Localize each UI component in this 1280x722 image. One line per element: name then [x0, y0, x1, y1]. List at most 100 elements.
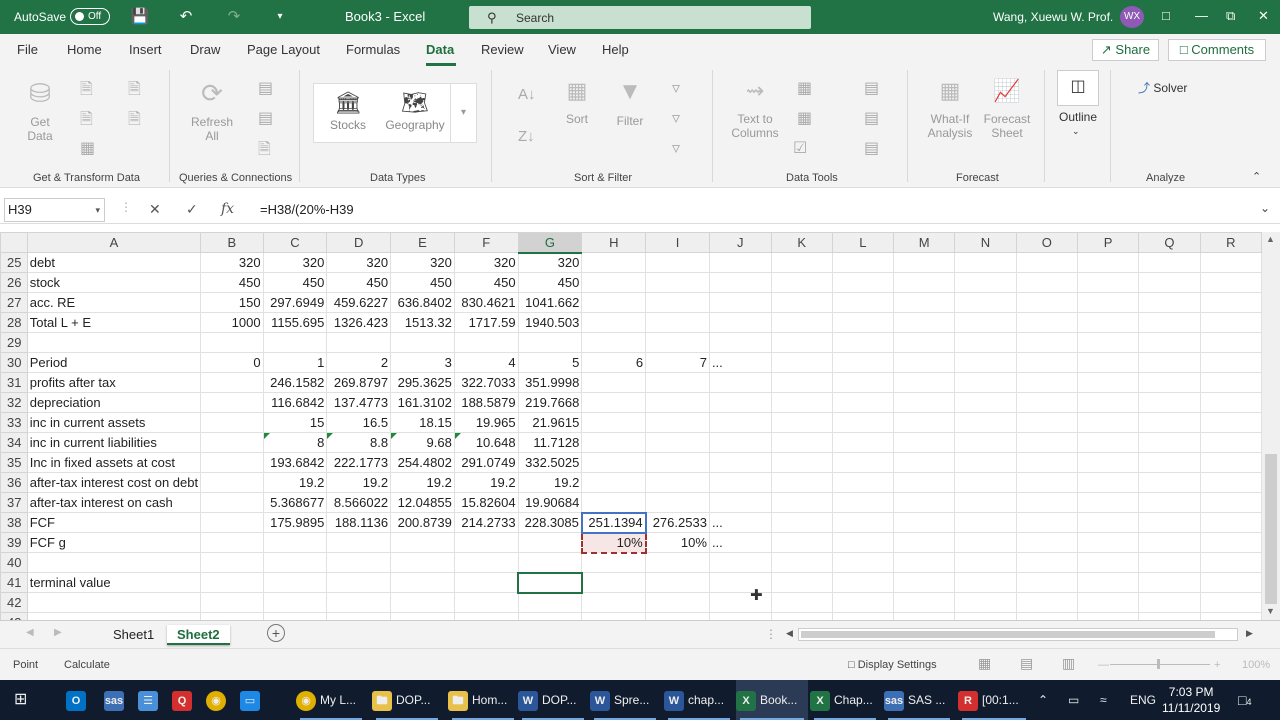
row-header[interactable]: 43 [0, 612, 28, 620]
tab-page-layout[interactable]: Page Layout [247, 42, 320, 57]
cell-N32[interactable] [954, 392, 1017, 413]
share-button[interactable]: ↗ Share [1092, 39, 1159, 61]
cell-Q38[interactable] [1138, 512, 1201, 533]
cell-C30[interactable]: 1 [262, 352, 328, 373]
cell-E42[interactable] [390, 592, 455, 613]
cell-C40[interactable] [262, 552, 328, 573]
cell-D29[interactable] [326, 332, 392, 353]
cell-I35[interactable] [645, 452, 710, 473]
queries-connections-icon[interactable]: ▤ [258, 78, 273, 98]
cell-N29[interactable] [954, 332, 1017, 353]
cell-M34[interactable] [892, 432, 956, 453]
flash-fill-icon[interactable]: ▦ [797, 78, 812, 98]
tab-view[interactable]: View [548, 42, 576, 57]
cell-E39[interactable] [390, 532, 455, 553]
cell-G43[interactable] [517, 612, 583, 620]
cell-E29[interactable] [390, 332, 455, 353]
cell-B39[interactable] [200, 532, 264, 553]
taskbar-app[interactable]: ☰ [138, 680, 162, 720]
cell-M31[interactable] [892, 372, 956, 393]
cell-D33[interactable]: 16.5 [326, 412, 392, 433]
cell-I27[interactable] [645, 292, 710, 313]
cell-Q40[interactable] [1138, 552, 1201, 573]
cell-Q34[interactable] [1138, 432, 1201, 453]
cell-R36[interactable] [1199, 472, 1262, 493]
cell-G25[interactable]: 320 [517, 252, 583, 273]
cell-B25[interactable]: 320 [200, 252, 264, 273]
cell-R43[interactable] [1199, 612, 1262, 620]
clear-filter-icon[interactable]: ▿ [672, 78, 680, 98]
cell-R41[interactable] [1199, 572, 1262, 593]
cell-P32[interactable] [1076, 392, 1140, 413]
cell-Q33[interactable] [1138, 412, 1201, 433]
cell-H39[interactable]: 10% [580, 531, 647, 554]
geography-button[interactable]: 🗺 Geography [382, 90, 448, 132]
cell-Q28[interactable] [1138, 312, 1201, 333]
cell-A36[interactable]: after-tax interest cost on debt [26, 472, 202, 493]
data-model-icon[interactable]: ▤ [864, 138, 879, 158]
cell-E27[interactable]: 636.8402 [390, 292, 455, 313]
taskbar-item[interactable]: X Chap... [810, 680, 880, 720]
row-header[interactable]: 25 [0, 252, 28, 273]
cell-K37[interactable] [770, 492, 833, 513]
clock[interactable]: 7:03 PM 11/11/2019 [1162, 684, 1220, 716]
cell-N31[interactable] [954, 372, 1017, 393]
sort-descending-icon[interactable]: Z↓ [518, 128, 535, 145]
cell-P41[interactable] [1076, 572, 1140, 593]
cell-C28[interactable]: 1155.695 [262, 312, 328, 333]
text-to-columns-button[interactable]: ⇝ Text to Columns [730, 78, 780, 140]
taskbar-chrome-pinned[interactable]: ◉ [206, 680, 230, 720]
cell-R42[interactable] [1199, 592, 1262, 613]
cell-A35[interactable]: Inc in fixed assets at cost [26, 452, 202, 473]
tab-help[interactable]: Help [602, 42, 629, 57]
cell-A28[interactable]: Total L + E [26, 312, 202, 333]
cell-Q36[interactable] [1138, 472, 1201, 493]
edit-links-icon[interactable]: 🗎 [258, 138, 271, 165]
cell-H42[interactable] [581, 592, 647, 613]
cell-B29[interactable] [200, 332, 264, 353]
cell-N37[interactable] [954, 492, 1017, 513]
column-header[interactable]: J [708, 232, 772, 253]
cell-M36[interactable] [892, 472, 956, 493]
hscroll-right-icon[interactable]: ▶ [1246, 628, 1253, 639]
cell-D25[interactable]: 320 [326, 252, 392, 273]
cell-C31[interactable]: 246.1582 [262, 372, 328, 393]
cell-N34[interactable] [954, 432, 1017, 453]
cell-C35[interactable]: 193.6842 [262, 452, 328, 473]
cell-E41[interactable] [390, 572, 455, 593]
tab-home[interactable]: Home [67, 42, 102, 57]
cell-M29[interactable] [892, 332, 956, 353]
cell-Q27[interactable] [1138, 292, 1201, 313]
cell-G35[interactable]: 332.5025 [517, 452, 583, 473]
cell-I41[interactable] [645, 572, 710, 593]
taskbar-item[interactable]: W Spre... [590, 680, 660, 720]
column-header[interactable]: I [645, 232, 710, 253]
cell-I26[interactable] [645, 272, 710, 293]
cell-O35[interactable] [1015, 452, 1078, 473]
sort-button[interactable]: ▦ Sort [560, 78, 594, 126]
cell-J43[interactable] [708, 612, 772, 620]
cell-H31[interactable] [581, 372, 647, 393]
cell-K25[interactable] [770, 252, 833, 273]
cell-P30[interactable] [1076, 352, 1140, 373]
cell-I25[interactable] [645, 252, 710, 273]
cell-C43[interactable] [262, 612, 328, 620]
cell-M27[interactable] [892, 292, 956, 313]
from-text-icon[interactable]: 🗎 [80, 78, 93, 105]
cell-I36[interactable] [645, 472, 710, 493]
cell-D27[interactable]: 459.6227 [326, 292, 392, 313]
cell-F27[interactable]: 830.4621 [453, 292, 519, 313]
column-header[interactable]: L [831, 232, 894, 253]
cell-M37[interactable] [892, 492, 956, 513]
cell-K39[interactable] [770, 532, 833, 553]
cell-C32[interactable]: 116.6842 [262, 392, 328, 413]
column-header[interactable]: A [26, 232, 202, 253]
cell-F43[interactable] [453, 612, 519, 620]
cell-E34[interactable]: 9.68 [390, 432, 455, 453]
cell-F29[interactable] [453, 332, 519, 353]
cell-M42[interactable] [892, 592, 956, 613]
cell-Q25[interactable] [1138, 252, 1201, 273]
taskbar-item[interactable]: ◉ My L... [296, 680, 366, 720]
cell-N27[interactable] [954, 292, 1017, 313]
cell-J34[interactable] [708, 432, 772, 453]
